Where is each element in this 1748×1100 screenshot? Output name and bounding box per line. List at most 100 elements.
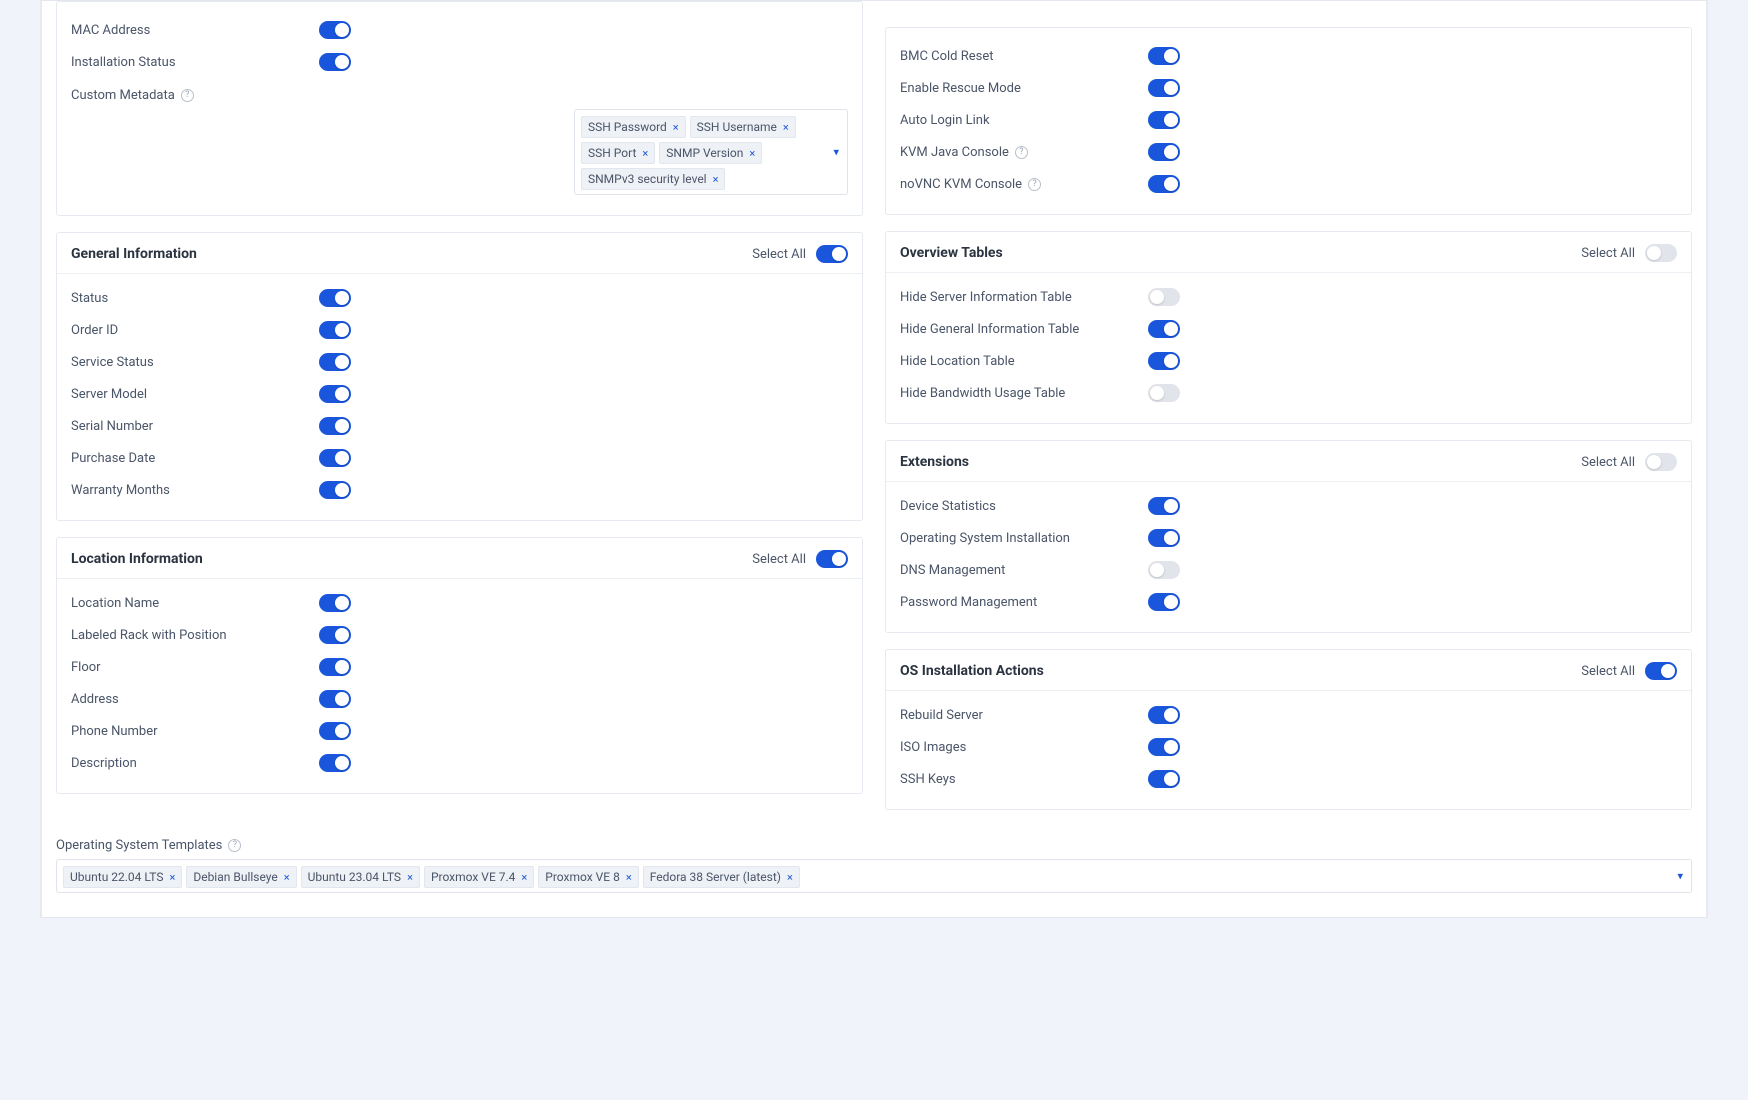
toggle-floor[interactable] xyxy=(319,658,351,676)
select-all-toggle[interactable] xyxy=(1645,244,1677,262)
tag-text: Proxmox VE 8 xyxy=(545,870,620,884)
remove-icon[interactable]: × xyxy=(407,871,413,884)
chevron-down-icon[interactable]: ▾ xyxy=(833,146,839,159)
select-all-toggle[interactable] xyxy=(1645,453,1677,471)
label: MAC Address xyxy=(71,23,319,38)
tag-text: SSH Port xyxy=(588,146,636,160)
toggle-rebuild-server[interactable] xyxy=(1148,706,1180,724)
tag-text: Ubuntu 22.04 LTS xyxy=(70,870,163,884)
label: Floor xyxy=(71,660,319,675)
toggle-serial-number[interactable] xyxy=(319,417,351,435)
toggle-device-statistics[interactable] xyxy=(1148,497,1180,515)
tag: SSH Port × xyxy=(581,142,655,164)
toggle-phone-number[interactable] xyxy=(319,722,351,740)
label: Status xyxy=(71,291,319,306)
label: Custom Metadata ? xyxy=(71,84,194,103)
remove-icon[interactable]: × xyxy=(783,121,789,134)
select-all-toggle[interactable] xyxy=(816,245,848,263)
toggle-service-status[interactable] xyxy=(319,353,351,371)
card-title: Extensions xyxy=(900,454,969,470)
toggle-bmc-cold-reset[interactable] xyxy=(1148,47,1180,65)
toggle-order-id[interactable] xyxy=(319,321,351,339)
tag-text: Fedora 38 Server (latest) xyxy=(650,870,781,884)
toggle-novnc-kvm-console[interactable] xyxy=(1148,175,1180,193)
os-installation-actions-card: OS Installation Actions Select All Rebui… xyxy=(885,649,1692,810)
remove-icon[interactable]: × xyxy=(169,871,175,884)
toggle-address[interactable] xyxy=(319,690,351,708)
os-templates-label-text: Operating System Templates xyxy=(56,838,222,853)
card-title: Location Information xyxy=(71,551,203,567)
toggle-iso-images[interactable] xyxy=(1148,738,1180,756)
label: Auto Login Link xyxy=(900,113,1148,128)
remove-icon[interactable]: × xyxy=(713,173,719,186)
card-title: OS Installation Actions xyxy=(900,663,1044,679)
tag-text: SNMP Version xyxy=(666,146,743,160)
label: Warranty Months xyxy=(71,483,319,498)
toggle-description[interactable] xyxy=(319,754,351,772)
chevron-down-icon[interactable]: ▾ xyxy=(1677,870,1683,883)
remove-icon[interactable]: × xyxy=(787,871,793,884)
select-all-toggle[interactable] xyxy=(1645,662,1677,680)
label: Enable Rescue Mode xyxy=(900,81,1148,96)
tag: SSH Password× xyxy=(581,116,686,138)
toggle-mac-address[interactable] xyxy=(319,21,351,39)
toggle-auto-login-link[interactable] xyxy=(1148,111,1180,129)
toggle-kvm-java-console[interactable] xyxy=(1148,143,1180,161)
select-all-label: Select All xyxy=(1581,246,1635,261)
toggle-labeled-rack[interactable] xyxy=(319,626,351,644)
toggle-enable-rescue-mode[interactable] xyxy=(1148,79,1180,97)
help-icon[interactable]: ? xyxy=(1015,146,1028,159)
toggle-hide-general-info[interactable] xyxy=(1148,320,1180,338)
toggle-server-model[interactable] xyxy=(319,385,351,403)
tag-text: Proxmox VE 7.4 xyxy=(431,870,515,884)
toggle-ssh-keys[interactable] xyxy=(1148,770,1180,788)
remove-icon[interactable]: × xyxy=(642,147,648,160)
label: Service Status xyxy=(71,355,319,370)
os-templates-multiselect[interactable]: Ubuntu 22.04 LTS × Debian Bullseye × Ubunt… xyxy=(56,859,1692,893)
help-icon[interactable]: ? xyxy=(181,89,194,102)
row-mac-address: MAC Address xyxy=(71,14,848,46)
label: Order ID xyxy=(71,323,319,338)
toggle-hide-location[interactable] xyxy=(1148,352,1180,370)
label: ISO Images xyxy=(900,740,1148,755)
help-icon[interactable]: ? xyxy=(228,839,241,852)
label: Operating System Installation xyxy=(900,531,1148,546)
remove-icon[interactable]: × xyxy=(521,871,527,884)
remove-icon[interactable]: × xyxy=(626,871,632,884)
toggle-warranty-months[interactable] xyxy=(319,481,351,499)
toggle-location-name[interactable] xyxy=(319,594,351,612)
toggle-installation-status[interactable] xyxy=(319,53,351,71)
tag-text: Ubuntu 23.04 LTS xyxy=(308,870,401,884)
toggle-purchase-date[interactable] xyxy=(319,449,351,467)
label: BMC Cold Reset xyxy=(900,49,1148,64)
toggle-hide-bandwidth[interactable] xyxy=(1148,384,1180,402)
select-all-label: Select All xyxy=(1581,455,1635,470)
location-information-card: Location Information Select All Location… xyxy=(56,537,863,794)
actions-card-tail: BMC Cold Reset Enable Rescue Mode Auto L… xyxy=(885,27,1692,215)
toggle-os-installation[interactable] xyxy=(1148,529,1180,547)
tag-text: Debian Bullseye xyxy=(193,870,277,884)
row-custom-metadata: Custom Metadata ? SSH Password× SSH User… xyxy=(71,78,848,201)
label: Phone Number xyxy=(71,724,319,739)
select-all-label: Select All xyxy=(752,552,806,567)
toggle-password-management[interactable] xyxy=(1148,593,1180,611)
toggle-dns-management[interactable] xyxy=(1148,561,1180,579)
label: Hide General Information Table xyxy=(900,322,1148,337)
tag-text: SSH Username xyxy=(697,120,777,134)
label: Hide Location Table xyxy=(900,354,1148,369)
tag: Proxmox VE 7.4 × xyxy=(424,866,534,888)
toggle-status[interactable] xyxy=(319,289,351,307)
custom-metadata-multiselect[interactable]: SSH Password× SSH Username × SSH Port × SN… xyxy=(574,109,848,195)
general-information-card: General Information Select All Status Or… xyxy=(56,232,863,521)
card-title: Overview Tables xyxy=(900,245,1003,261)
tag: SNMP Version × xyxy=(659,142,762,164)
toggle-hide-server-info[interactable] xyxy=(1148,288,1180,306)
custom-metadata-label: Custom Metadata xyxy=(71,88,175,103)
select-all-label: Select All xyxy=(752,247,806,262)
remove-icon[interactable]: × xyxy=(284,871,290,884)
select-all-toggle[interactable] xyxy=(816,550,848,568)
remove-icon[interactable]: × xyxy=(673,121,679,134)
remove-icon[interactable]: × xyxy=(749,147,755,160)
help-icon[interactable]: ? xyxy=(1028,178,1041,191)
tag: Debian Bullseye × xyxy=(186,866,296,888)
